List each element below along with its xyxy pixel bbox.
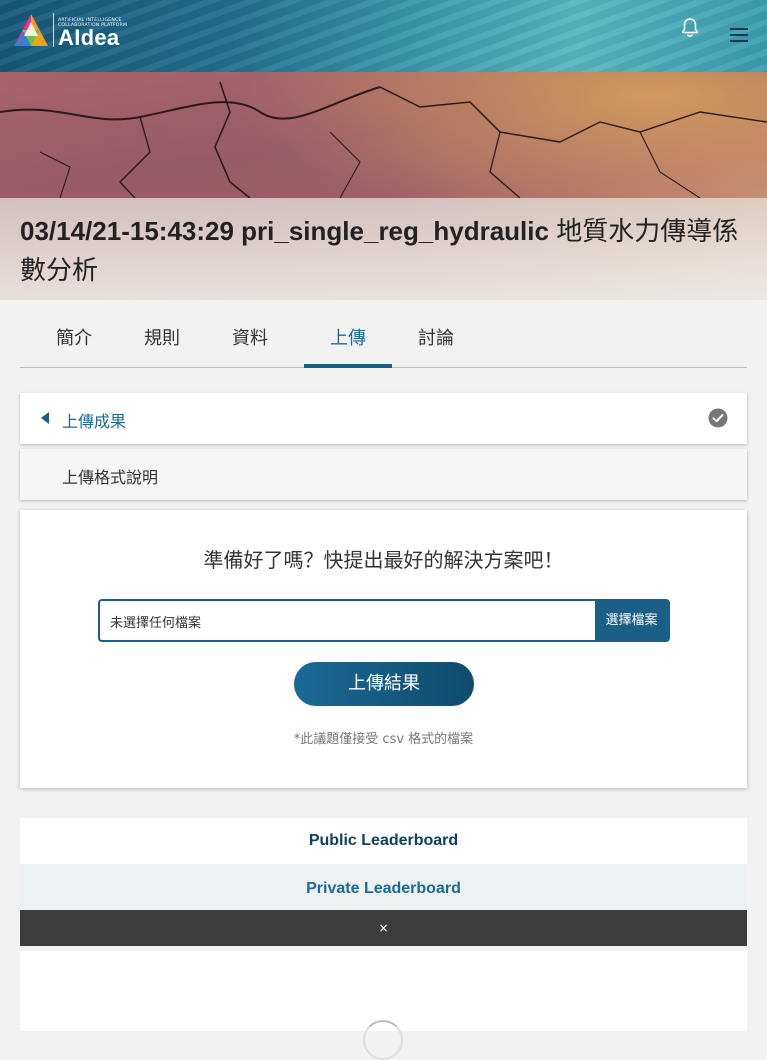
private-leaderboard-tab[interactable]: Private Leaderboard (20, 864, 747, 910)
tab-intro[interactable]: 簡介 (20, 300, 128, 368)
upload-format-help-label: 上傳格式說明 (62, 468, 159, 487)
tab-upload[interactable]: 上傳 (304, 300, 392, 368)
page-title-code: 03/14/21-15:43:29 pri_single_reg_hydraul… (20, 216, 549, 246)
public-leaderboard-tab[interactable]: Public Leaderboard (20, 818, 747, 864)
tab-discussion[interactable]: 討論 (392, 300, 480, 368)
leaderboard-close-bar[interactable]: × (20, 910, 747, 946)
upload-results-button[interactable]: 上傳結果 (294, 662, 474, 706)
competition-tabs: 簡介 規則 資料 上傳 討論 (20, 300, 747, 368)
tab-data[interactable]: 資料 (196, 300, 304, 368)
bell-icon[interactable] (678, 16, 702, 40)
close-icon[interactable]: × (378, 921, 388, 935)
upload-card: 準備好了嗎？快提出最好的解決方案吧！ 未選擇任何檔案 選擇檔案 上傳結果 *此議… (20, 510, 747, 788)
check-circle-icon (708, 408, 728, 428)
aidea-logo-mark-icon (14, 14, 48, 46)
loading-spinner-icon (363, 1020, 403, 1060)
top-navigation-bar: Artificial Intelligence Collaboration Pl… (0, 0, 767, 72)
leaderboard-content (20, 951, 747, 1060)
tab-rules[interactable]: 規則 (128, 300, 196, 368)
page-title: 03/14/21-15:43:29 pri_single_reg_hydraul… (20, 212, 750, 290)
file-format-note: *此議題僅接受 csv 格式的檔案 (293, 732, 474, 747)
file-input-value: 未選擇任何檔案 (110, 616, 202, 631)
aidea-logo[interactable]: Artificial Intelligence Collaboration Pl… (12, 12, 132, 50)
upload-format-help-panel-header[interactable]: 上傳格式說明 (20, 449, 747, 500)
logo-wordmark: AIdea (58, 25, 120, 50)
upload-results-label: 上傳成果 (62, 412, 127, 431)
hamburger-menu-icon[interactable] (729, 26, 751, 44)
upload-results-panel-header[interactable]: 上傳成果 (20, 393, 747, 444)
caret-left-icon (41, 412, 49, 424)
file-input[interactable]: 未選擇任何檔案 選擇檔案 (98, 599, 670, 642)
choose-file-button[interactable]: 選擇檔案 (595, 601, 668, 640)
hero-banner: 03/14/21-15:43:29 pri_single_reg_hydraul… (0, 72, 767, 300)
logo-divider (53, 13, 54, 47)
upload-prompt: 準備好了嗎？快提出最好的解決方案吧！ (203, 548, 564, 572)
